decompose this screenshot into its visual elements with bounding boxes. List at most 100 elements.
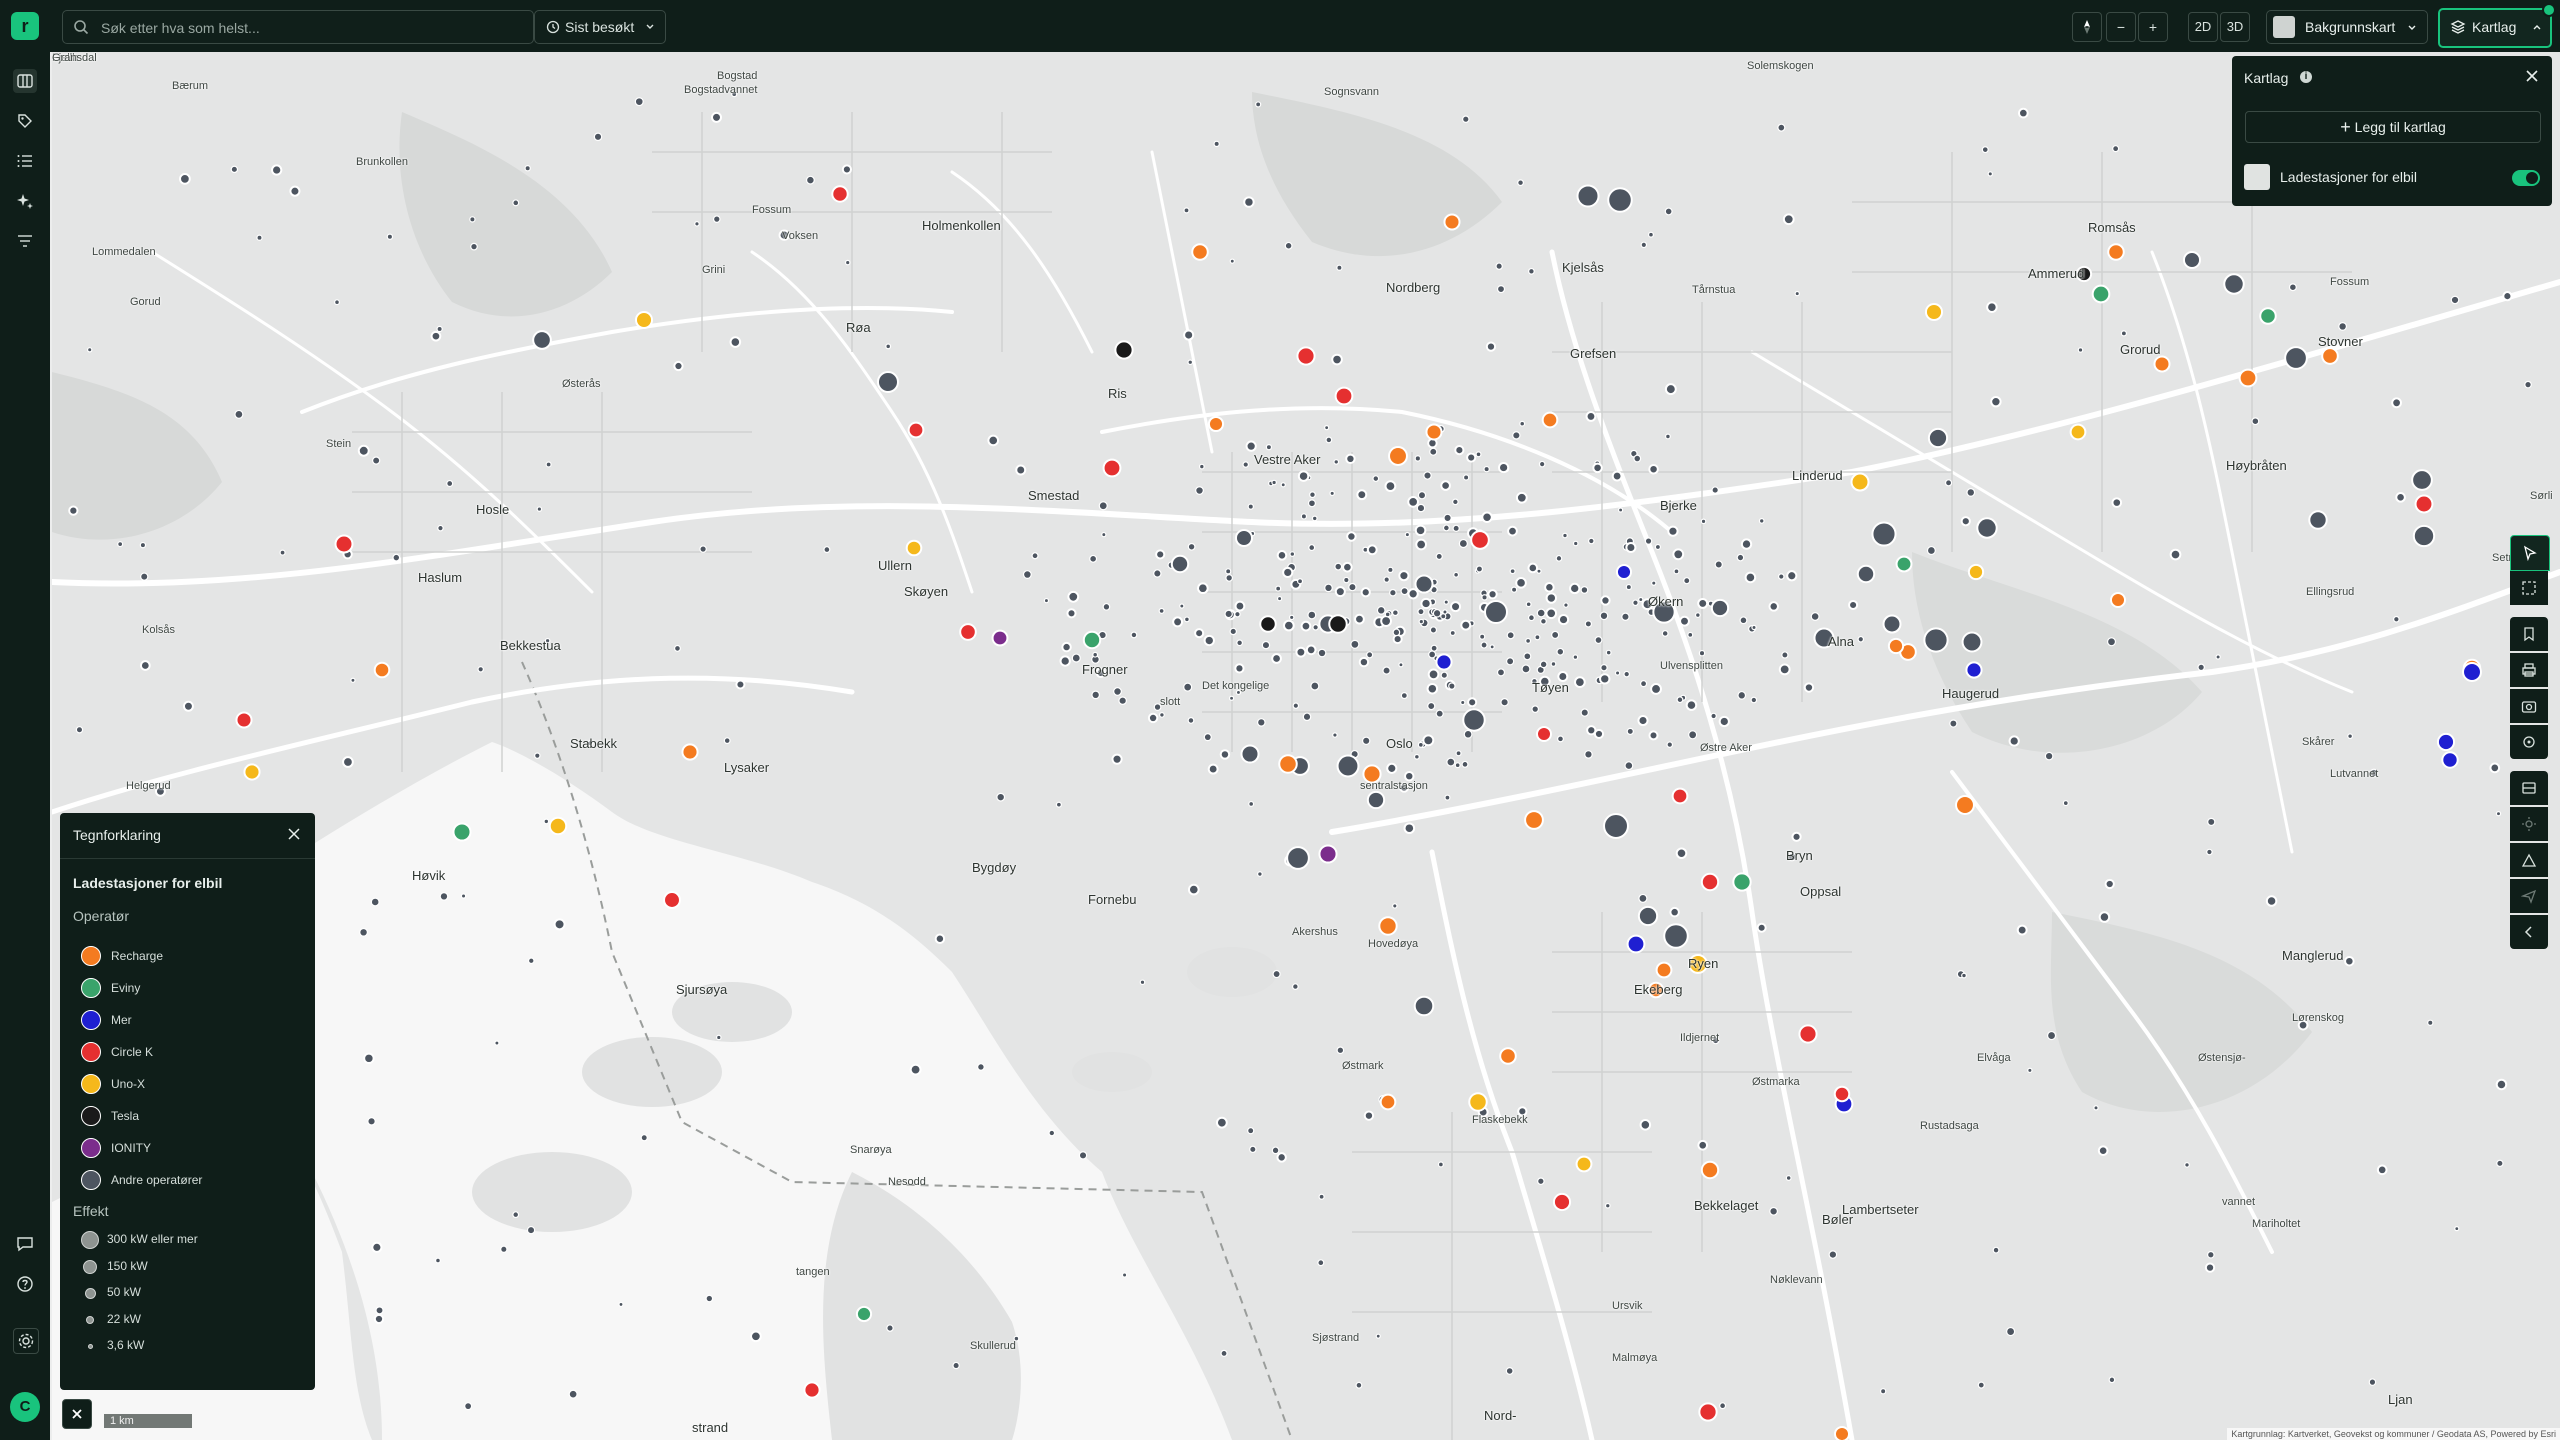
charging-station-marker[interactable] [1234, 610, 1241, 618]
charging-station-marker[interactable] [1777, 123, 1786, 132]
charging-station-marker[interactable] [1183, 329, 1195, 341]
charging-station-marker[interactable] [729, 336, 742, 348]
charging-station-marker[interactable] [1604, 1202, 1611, 1209]
charging-station-marker[interactable] [1356, 489, 1368, 501]
charging-station-marker[interactable] [1552, 1192, 1572, 1212]
charging-station-marker[interactable] [2308, 510, 2328, 530]
charging-station-marker[interactable] [1187, 359, 1194, 366]
charging-station-marker[interactable] [1318, 1193, 1325, 1200]
charging-station-marker[interactable] [1584, 620, 1593, 628]
charging-station-marker[interactable] [477, 666, 484, 673]
charging-station-marker[interactable] [1443, 599, 1449, 605]
charging-station-marker[interactable] [1594, 636, 1603, 645]
charging-station-marker[interactable] [1621, 612, 1630, 621]
charging-station-marker[interactable] [1317, 1259, 1325, 1267]
charging-station-marker[interactable] [1781, 651, 1789, 659]
charging-station-marker[interactable] [1114, 340, 1134, 360]
basemap-dropdown[interactable]: Bakgrunnskart [2266, 10, 2428, 44]
charging-station-marker[interactable] [681, 743, 699, 761]
charging-station-marker[interactable] [1113, 687, 1122, 696]
charging-station-marker[interactable] [1343, 576, 1350, 584]
charging-station-marker[interactable] [526, 1225, 536, 1235]
charging-station-marker[interactable] [1082, 630, 1102, 650]
charging-station-marker[interactable] [1744, 571, 1757, 584]
charging-station-marker[interactable] [1015, 464, 1027, 476]
charging-station-marker[interactable] [1527, 562, 1539, 574]
charging-station-marker[interactable] [1574, 676, 1586, 688]
charging-station-marker[interactable] [1296, 578, 1304, 585]
charging-station-marker[interactable] [1623, 670, 1631, 678]
charging-station-marker[interactable] [1376, 605, 1386, 615]
charging-station-marker[interactable] [500, 1245, 508, 1254]
charging-station-marker[interactable] [2044, 751, 2054, 761]
charging-station-marker[interactable] [568, 1389, 578, 1399]
charging-station-marker[interactable] [1102, 602, 1111, 611]
charging-station-marker[interactable] [905, 539, 923, 557]
charging-station-marker[interactable] [1505, 1367, 1514, 1375]
charging-station-marker[interactable] [512, 1211, 520, 1219]
send-button[interactable] [2510, 879, 2548, 913]
charging-station-marker[interactable] [1576, 184, 1600, 208]
charging-station-marker[interactable] [1311, 515, 1318, 522]
charging-station-marker[interactable] [1667, 525, 1679, 537]
charging-station-marker[interactable] [1777, 573, 1785, 580]
charging-station-marker[interactable] [909, 1063, 922, 1076]
charging-station-marker[interactable] [1289, 551, 1296, 557]
charging-station-marker[interactable] [2111, 497, 2123, 508]
charging-station-marker[interactable] [1031, 552, 1039, 560]
charging-station-marker[interactable] [1454, 762, 1461, 769]
charging-station-marker[interactable] [1778, 663, 1791, 676]
charging-station-marker[interactable] [334, 534, 354, 554]
charging-station-marker[interactable] [1785, 1175, 1792, 1181]
charging-station-marker[interactable] [663, 891, 681, 909]
charging-station-marker[interactable] [750, 1330, 762, 1343]
charging-station-marker[interactable] [1440, 613, 1447, 620]
charging-station-marker[interactable] [2495, 1078, 2508, 1091]
close-icon[interactable] [285, 825, 303, 843]
charging-station-marker[interactable] [1462, 474, 1470, 481]
charging-station-marker[interactable] [1159, 712, 1165, 718]
charging-station-marker[interactable] [2120, 330, 2127, 337]
charging-station-marker[interactable] [536, 506, 543, 512]
charging-station-marker[interactable] [1387, 566, 1394, 574]
charging-station-marker[interactable] [1297, 470, 1310, 482]
charging-station-marker[interactable] [1422, 734, 1435, 747]
charging-station-marker[interactable] [1444, 794, 1451, 801]
charging-station-marker[interactable] [1089, 554, 1098, 563]
charging-station-marker[interactable] [1625, 583, 1632, 591]
charging-station-marker[interactable] [1879, 1388, 1887, 1395]
charging-station-marker[interactable] [1366, 790, 1386, 810]
bookmark-button[interactable] [2510, 617, 2548, 651]
charging-station-marker[interactable] [1236, 639, 1244, 647]
charging-station-marker[interactable] [2238, 368, 2258, 388]
charging-station-marker[interactable] [805, 175, 815, 185]
charging-station-marker[interactable] [1346, 531, 1357, 542]
charging-station-marker[interactable] [1927, 427, 1949, 449]
charging-station-marker[interactable] [934, 933, 946, 944]
charging-station-marker[interactable] [1700, 518, 1707, 525]
charging-station-marker[interactable] [1519, 420, 1526, 427]
charging-station-marker[interactable] [1442, 524, 1450, 532]
charging-station-marker[interactable] [2338, 322, 2348, 331]
mode-2d-button[interactable]: 2D [2188, 12, 2218, 42]
charging-station-marker[interactable] [1440, 671, 1448, 679]
charging-station-marker[interactable] [1857, 635, 1865, 643]
charging-station-marker[interactable] [1276, 550, 1288, 561]
charging-station-marker[interactable] [1147, 712, 1159, 724]
charging-station-marker[interactable] [1527, 614, 1535, 622]
charging-station-marker[interactable] [1360, 587, 1371, 598]
charging-station-marker[interactable] [1091, 690, 1101, 700]
charging-station-marker[interactable] [392, 553, 401, 562]
charging-station-marker[interactable] [2496, 1159, 2504, 1168]
charging-station-marker[interactable] [1428, 650, 1437, 659]
charging-station-marker[interactable] [2207, 817, 2216, 827]
workspace-button[interactable] [13, 1328, 39, 1354]
charging-station-marker[interactable] [1155, 549, 1166, 560]
charging-station-marker[interactable] [1191, 243, 1209, 261]
charging-station-marker[interactable] [1392, 634, 1403, 645]
charging-station-marker[interactable] [1626, 727, 1634, 736]
recent-visited-dropdown[interactable]: Sist besøkt [534, 10, 666, 44]
charging-station-marker[interactable] [1282, 566, 1294, 579]
charging-station-marker[interactable] [1644, 537, 1653, 545]
charging-station-marker[interactable] [1249, 1145, 1257, 1154]
